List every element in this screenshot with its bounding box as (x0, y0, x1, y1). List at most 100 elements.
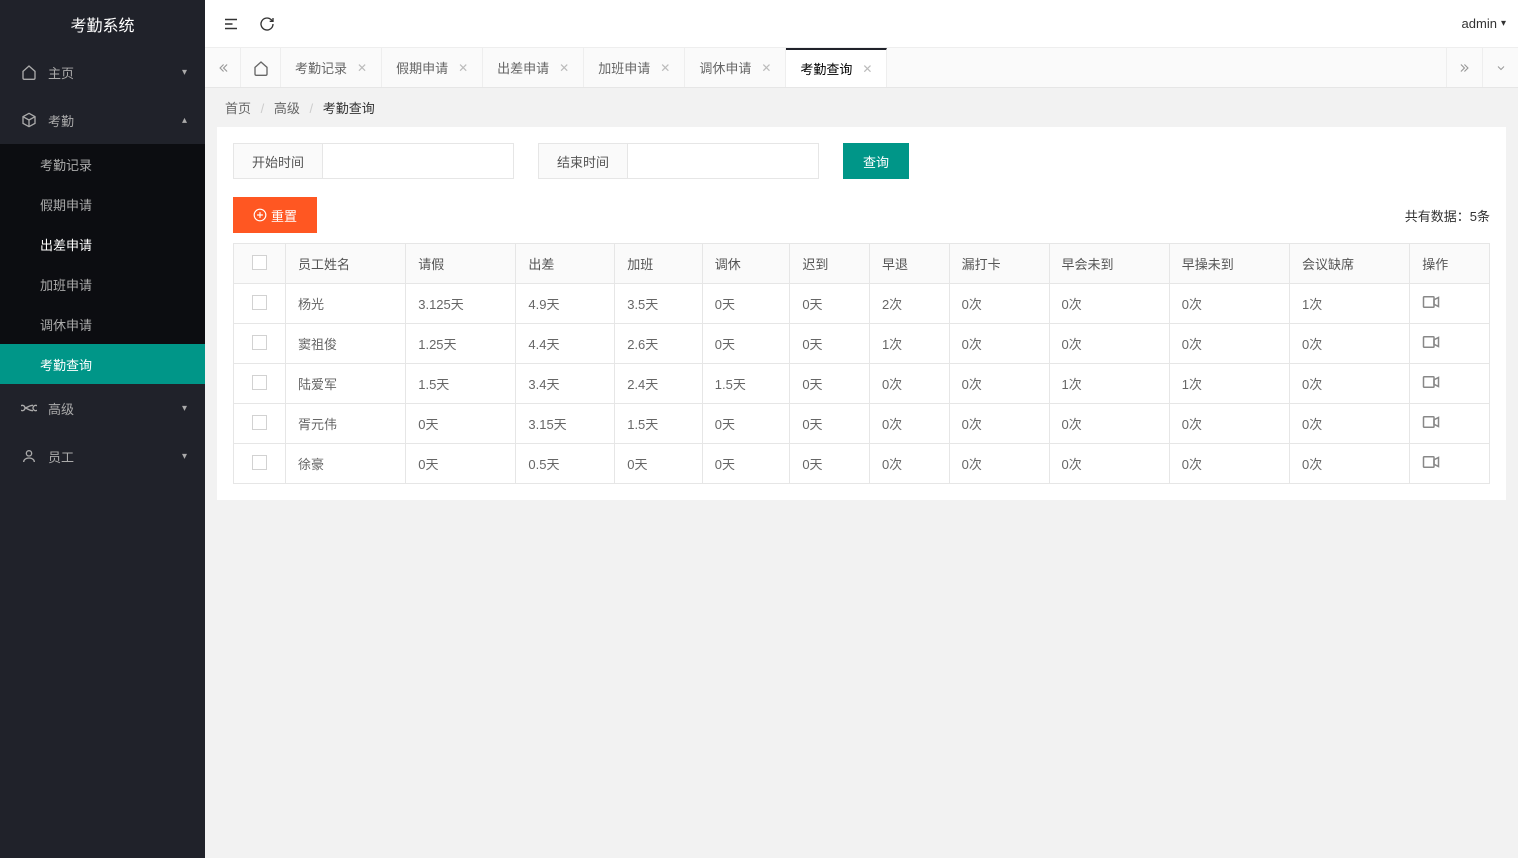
checkbox-icon[interactable] (252, 255, 267, 270)
checkbox-icon[interactable] (252, 335, 267, 350)
tab-label: 假期申请 (396, 58, 448, 77)
video-icon[interactable] (1422, 415, 1440, 429)
cell-name: 徐豪 (286, 444, 406, 484)
close-icon[interactable]: ✕ (862, 62, 872, 76)
start-time-field: 开始时间 (233, 143, 514, 179)
close-icon[interactable]: ✕ (761, 61, 771, 75)
data-count-prefix: 共有数据： (1405, 209, 1470, 224)
end-time-input[interactable] (628, 144, 818, 178)
row-checkbox-cell[interactable] (234, 404, 286, 444)
header-checkbox[interactable] (234, 244, 286, 284)
checkbox-icon[interactable] (252, 415, 267, 430)
cell-late: 0天 (790, 324, 870, 364)
tab-rest[interactable]: 调休申请 ✕ (685, 48, 786, 87)
reset-button[interactable]: 重置 (233, 197, 317, 233)
cell-rest: 0天 (702, 444, 790, 484)
close-icon[interactable]: ✕ (357, 61, 367, 75)
close-icon[interactable]: ✕ (660, 61, 670, 75)
row-checkbox-cell[interactable] (234, 324, 286, 364)
checkbox-icon[interactable] (252, 455, 267, 470)
checkbox-icon[interactable] (252, 295, 267, 310)
cell-operation (1410, 444, 1490, 484)
table-row: 徐豪0天0.5天0天0天0天0次0次0次0次0次 (234, 444, 1490, 484)
cell-morn: 0次 (1049, 404, 1169, 444)
th-meet: 会议缺席 (1290, 244, 1410, 284)
search-button[interactable]: 查询 (843, 143, 909, 179)
cell-late: 0天 (790, 284, 870, 324)
cell-operation (1410, 404, 1490, 444)
sidebar-subitem-overtime[interactable]: 加班申请 (0, 264, 205, 304)
breadcrumb-current: 考勤查询 (323, 101, 375, 116)
th-morn: 早会未到 (1049, 244, 1169, 284)
topbar: admin ▾ (205, 0, 1518, 48)
cell-leave: 0天 (406, 404, 516, 444)
cell-miss: 0次 (949, 284, 1049, 324)
cell-ot: 3.5天 (615, 284, 703, 324)
sidebar-item-employee[interactable]: 员工 ▾ (0, 432, 205, 480)
sidebar-item-home[interactable]: 主页 ▾ (0, 48, 205, 96)
cell-early: 0次 (869, 404, 949, 444)
th-exer: 早操未到 (1169, 244, 1289, 284)
table-row: 胥元伟0天3.15天1.5天0天0天0次0次0次0次0次 (234, 404, 1490, 444)
tab-vacation[interactable]: 假期申请 ✕ (382, 48, 483, 87)
sidebar-subitem-query[interactable]: 考勤查询 (0, 344, 205, 384)
row-checkbox-cell[interactable] (234, 364, 286, 404)
home-icon (20, 64, 38, 80)
video-icon[interactable] (1422, 295, 1440, 309)
cell-exer: 0次 (1169, 404, 1289, 444)
tab-label: 调休申请 (699, 58, 751, 77)
cell-morn: 0次 (1049, 444, 1169, 484)
sidebar-subitem-rest[interactable]: 调休申请 (0, 304, 205, 344)
menu-toggle-icon[interactable] (217, 10, 245, 38)
cell-exer: 0次 (1169, 444, 1289, 484)
chevron-down-icon: ▾ (182, 403, 187, 414)
tab-overtime[interactable]: 加班申请✕ (584, 48, 685, 87)
filter-row: 开始时间 结束时间 查询 (233, 143, 1490, 179)
video-icon[interactable] (1422, 375, 1440, 389)
breadcrumb-home[interactable]: 首页 (225, 101, 251, 116)
video-icon[interactable] (1422, 455, 1440, 469)
cell-meet: 0次 (1290, 324, 1410, 364)
th-name: 员工姓名 (286, 244, 406, 284)
row-checkbox-cell[interactable] (234, 444, 286, 484)
cell-meet: 0次 (1290, 364, 1410, 404)
cell-late: 0天 (790, 404, 870, 444)
th-trip: 出差 (516, 244, 615, 284)
tabs-scroll-right-icon[interactable] (1446, 48, 1482, 87)
tabs-menu-icon[interactable] (1482, 48, 1518, 87)
sidebar-item-advanced[interactable]: 高级 ▾ (0, 384, 205, 432)
tab-records[interactable]: 考勤记录✕ (281, 48, 382, 87)
video-icon[interactable] (1422, 335, 1440, 349)
cell-ot: 0天 (615, 444, 703, 484)
sidebar-subitem-trip[interactable]: 出差申请 (0, 224, 205, 264)
sidebar-subitem-vacation[interactable]: 假期申请 (0, 184, 205, 224)
close-icon[interactable]: ✕ (559, 61, 569, 75)
chevron-down-icon: ▾ (1501, 18, 1506, 29)
breadcrumb-mid[interactable]: 高级 (274, 101, 300, 116)
sidebar-item-attendance[interactable]: 考勤 ▴ (0, 96, 205, 144)
tab-home[interactable] (241, 48, 281, 87)
cell-exer: 0次 (1169, 284, 1289, 324)
cell-rest: 0天 (702, 404, 790, 444)
user-menu[interactable]: admin ▾ (1462, 16, 1506, 31)
tab-query[interactable]: 考勤查询✕ (786, 48, 887, 87)
infinity-icon (20, 403, 38, 413)
cell-morn: 0次 (1049, 284, 1169, 324)
close-icon[interactable]: ✕ (458, 61, 468, 75)
row-checkbox-cell[interactable] (234, 284, 286, 324)
cell-exer: 0次 (1169, 324, 1289, 364)
cell-operation (1410, 364, 1490, 404)
sidebar-item-label: 加班申请 (40, 275, 92, 294)
cell-trip: 4.4天 (516, 324, 615, 364)
user-name: admin (1462, 16, 1497, 31)
tabs-scroll-left-icon[interactable] (205, 48, 241, 87)
start-time-input[interactable] (323, 144, 513, 178)
sidebar-subitem-records[interactable]: 考勤记录 (0, 144, 205, 184)
th-late: 迟到 (790, 244, 870, 284)
checkbox-icon[interactable] (252, 375, 267, 390)
tabs-bar: 考勤记录✕ 假期申请 ✕ 出差申请✕ 加班申请✕ 调休申请 ✕ 考勤查询✕ (205, 48, 1518, 88)
cell-ot: 2.4天 (615, 364, 703, 404)
sidebar-item-label: 出差申请 (40, 235, 92, 254)
tab-trip[interactable]: 出差申请✕ (483, 48, 584, 87)
refresh-icon[interactable] (253, 10, 281, 38)
